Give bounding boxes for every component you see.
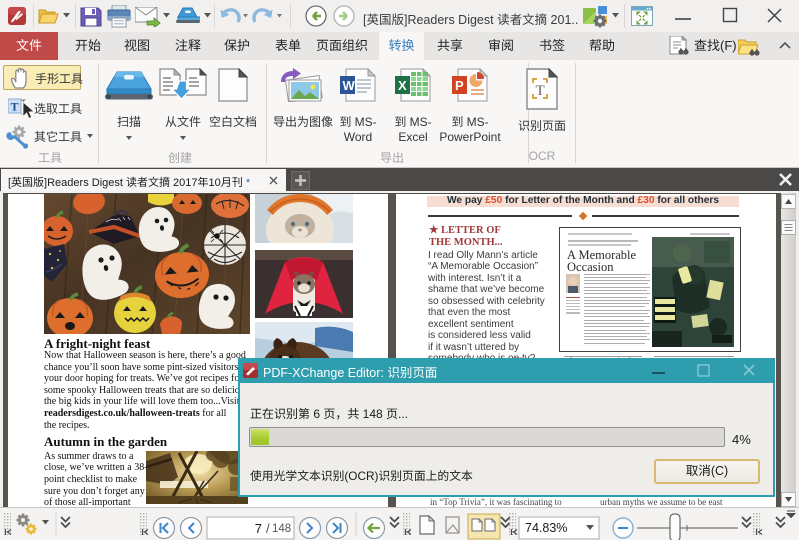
svg-text:X: X xyxy=(398,78,407,93)
svg-text:74.83%: 74.83% xyxy=(525,521,567,535)
svg-text:P: P xyxy=(455,78,464,93)
svg-text:7: 7 xyxy=(255,521,262,536)
svg-text:/: / xyxy=(266,521,270,536)
svg-text:T: T xyxy=(536,83,545,99)
svg-text:148: 148 xyxy=(272,523,291,535)
svg-text:T: T xyxy=(11,100,19,114)
svg-text:W: W xyxy=(343,78,356,93)
